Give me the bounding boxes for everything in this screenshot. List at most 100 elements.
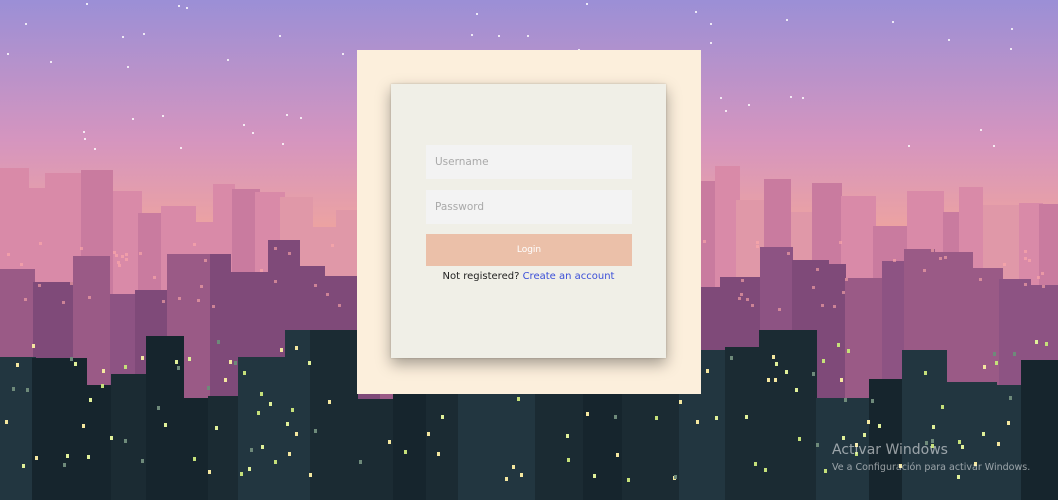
window-light (141, 459, 144, 463)
window-light (331, 244, 334, 247)
window-light (88, 296, 91, 299)
window-light (274, 280, 277, 283)
star (471, 34, 473, 36)
window-light (520, 473, 523, 477)
window-light (995, 361, 998, 365)
window-light (193, 243, 196, 246)
window-light (178, 297, 181, 300)
window-light (388, 440, 391, 444)
window-light (141, 356, 144, 360)
window-light (756, 245, 759, 248)
window-light (193, 457, 196, 461)
window-light (772, 355, 775, 359)
window-light (124, 365, 127, 369)
window-light (939, 257, 942, 260)
building (869, 379, 906, 500)
window-light (756, 241, 759, 244)
star (227, 59, 229, 61)
window-light (62, 301, 65, 304)
star (84, 138, 86, 140)
window-light (177, 366, 180, 370)
star (7, 53, 9, 55)
window-light (703, 240, 706, 243)
star (252, 132, 254, 134)
building (111, 374, 148, 500)
window-light (924, 371, 927, 375)
window-light (822, 359, 825, 363)
window-light (512, 465, 515, 469)
window-light (164, 423, 167, 427)
window-light (706, 369, 709, 373)
window-light (1042, 285, 1045, 288)
window-light (944, 256, 947, 259)
window-light (812, 372, 815, 376)
password-input[interactable] (426, 190, 632, 224)
star (286, 114, 288, 116)
window-light (979, 278, 982, 281)
window-light (833, 305, 836, 308)
window-light (125, 253, 128, 256)
window-light (824, 469, 827, 473)
window-light (566, 434, 569, 438)
window-light (274, 460, 277, 464)
window-light (87, 455, 90, 459)
building (310, 330, 358, 500)
window-light (113, 251, 116, 254)
star (86, 3, 88, 5)
star (710, 23, 712, 25)
window-light (785, 370, 788, 374)
window-light (326, 293, 329, 296)
window-light (696, 420, 699, 424)
window-light (745, 415, 748, 419)
windows-activation-watermark: Activar Windows Ve a Configuración para … (832, 442, 1030, 475)
window-light (754, 462, 757, 466)
building (83, 385, 114, 500)
building (725, 347, 764, 500)
window-light (295, 346, 298, 350)
window-light (751, 304, 754, 307)
window-light (74, 362, 77, 366)
window-light (212, 305, 215, 308)
window-light (101, 384, 104, 388)
window-light (240, 472, 243, 476)
window-light (295, 432, 298, 436)
window-light (1045, 342, 1048, 346)
window-light (983, 365, 986, 369)
star (790, 96, 792, 98)
building (357, 399, 393, 500)
star (993, 145, 995, 147)
window-light (655, 416, 658, 420)
window-light (842, 436, 845, 440)
window-light (261, 445, 264, 449)
window-light (309, 473, 312, 477)
star (498, 35, 500, 37)
window-light (274, 247, 277, 250)
star (162, 115, 164, 117)
building (238, 357, 285, 500)
window-light (764, 468, 767, 472)
window-light (1024, 250, 1027, 253)
window-light (812, 286, 815, 289)
window-light (941, 405, 944, 409)
window-light (308, 361, 311, 365)
window-light (863, 433, 866, 437)
window-light (24, 298, 27, 301)
window-light (260, 269, 263, 272)
username-input[interactable] (426, 145, 632, 179)
window-light (197, 299, 200, 302)
window-light (359, 460, 362, 464)
window-light (816, 443, 819, 447)
building (583, 383, 626, 500)
login-button[interactable]: Login (426, 234, 632, 266)
window-light (243, 371, 246, 375)
window-light (837, 343, 840, 347)
window-light (1009, 396, 1012, 400)
create-account-link[interactable]: Create an account (523, 271, 615, 282)
window-light (840, 378, 843, 382)
window-light (20, 263, 23, 266)
star (786, 19, 788, 21)
window-light (844, 398, 847, 402)
window-light (39, 242, 42, 245)
window-light (26, 388, 29, 392)
window-light (1024, 257, 1027, 260)
